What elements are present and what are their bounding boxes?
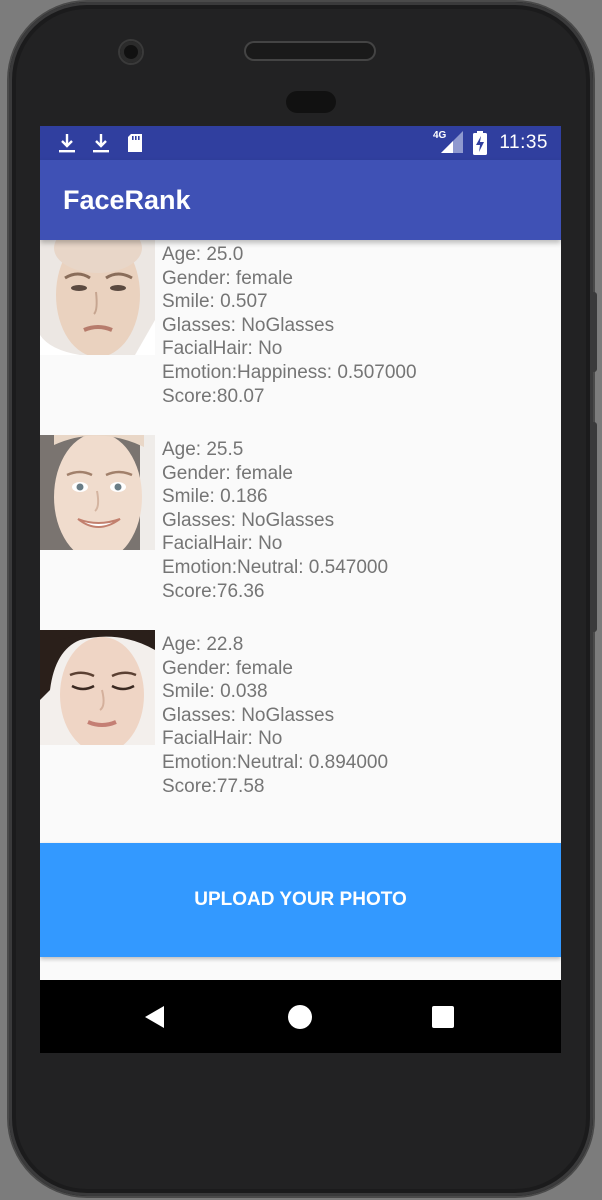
facial-hair-text: FacialHair: No	[162, 533, 283, 555]
face-photo	[40, 240, 155, 355]
power-button	[591, 292, 597, 372]
list-item[interactable]: Age: 25.0 Gender: female Smile: 0.507 Gl…	[40, 240, 561, 435]
navigation-bar	[40, 980, 561, 1053]
score-text: Score:80.07	[162, 385, 265, 407]
score-text: Score:77.58	[162, 775, 265, 797]
front-camera	[120, 41, 142, 63]
emotion-text: Emotion:Happiness: 0.507000	[162, 361, 417, 383]
glasses-text: Glasses: NoGlasses	[162, 314, 335, 336]
age-text: Age: 22.8	[162, 634, 244, 655]
download-icon	[93, 134, 109, 153]
home-icon[interactable]	[283, 1000, 317, 1034]
recents-icon[interactable]	[426, 1000, 460, 1034]
battery-charging-icon	[473, 131, 487, 155]
smile-text: Smile: 0.038	[162, 681, 268, 703]
face-photo	[40, 435, 155, 550]
score-text: Score:76.36	[162, 580, 265, 602]
gender-text: Gender: female	[162, 657, 293, 679]
volume-rocker	[591, 422, 597, 632]
screen: 4G 11:35 FaceRank Age: 25.0 Gender: fema…	[40, 126, 561, 1053]
facial-hair-text: FacialHair: No	[162, 338, 283, 360]
download-icon	[59, 134, 75, 153]
face-attributes: Age: 25.5 Gender: female Smile: 0.186 Gl…	[162, 438, 388, 603]
smile-text: Smile: 0.507	[162, 291, 268, 313]
list-item[interactable]: Age: 22.8 Gender: female Smile: 0.038 Gl…	[40, 630, 561, 825]
status-bar: 4G 11:35	[40, 126, 561, 160]
app-bar: FaceRank	[40, 160, 561, 240]
face-attributes: Age: 25.0 Gender: female Smile: 0.507 Gl…	[162, 243, 417, 408]
app-title: FaceRank	[63, 185, 191, 215]
network-type-label: 4G	[433, 130, 447, 141]
emotion-text: Emotion:Neutral: 0.547000	[162, 556, 389, 578]
gender-text: Gender: female	[162, 462, 293, 484]
facial-hair-text: FacialHair: No	[162, 728, 283, 750]
list-item[interactable]: Age: 25.5 Gender: female Smile: 0.186 Gl…	[40, 435, 561, 630]
sd-card-icon	[128, 134, 142, 152]
glasses-text: Glasses: NoGlasses	[162, 509, 335, 531]
face-results-list[interactable]: Age: 25.0 Gender: female Smile: 0.507 Gl…	[40, 240, 561, 843]
upload-photo-button[interactable]: UPLOAD YOUR PHOTO	[40, 843, 561, 957]
age-text: Age: 25.0	[162, 244, 244, 265]
gender-text: Gender: female	[162, 267, 293, 289]
age-text: Age: 25.5	[162, 439, 244, 460]
back-icon[interactable]	[138, 1000, 172, 1034]
status-clock: 11:35	[499, 132, 548, 153]
emotion-text: Emotion:Neutral: 0.894000	[162, 751, 389, 773]
proximity-sensor	[286, 91, 336, 113]
face-attributes: Age: 22.8 Gender: female Smile: 0.038 Gl…	[162, 633, 388, 798]
signal-icon: 4G	[433, 129, 465, 155]
smile-text: Smile: 0.186	[162, 486, 268, 508]
face-photo	[40, 630, 155, 745]
earpiece-speaker	[246, 43, 374, 59]
glasses-text: Glasses: NoGlasses	[162, 704, 335, 726]
